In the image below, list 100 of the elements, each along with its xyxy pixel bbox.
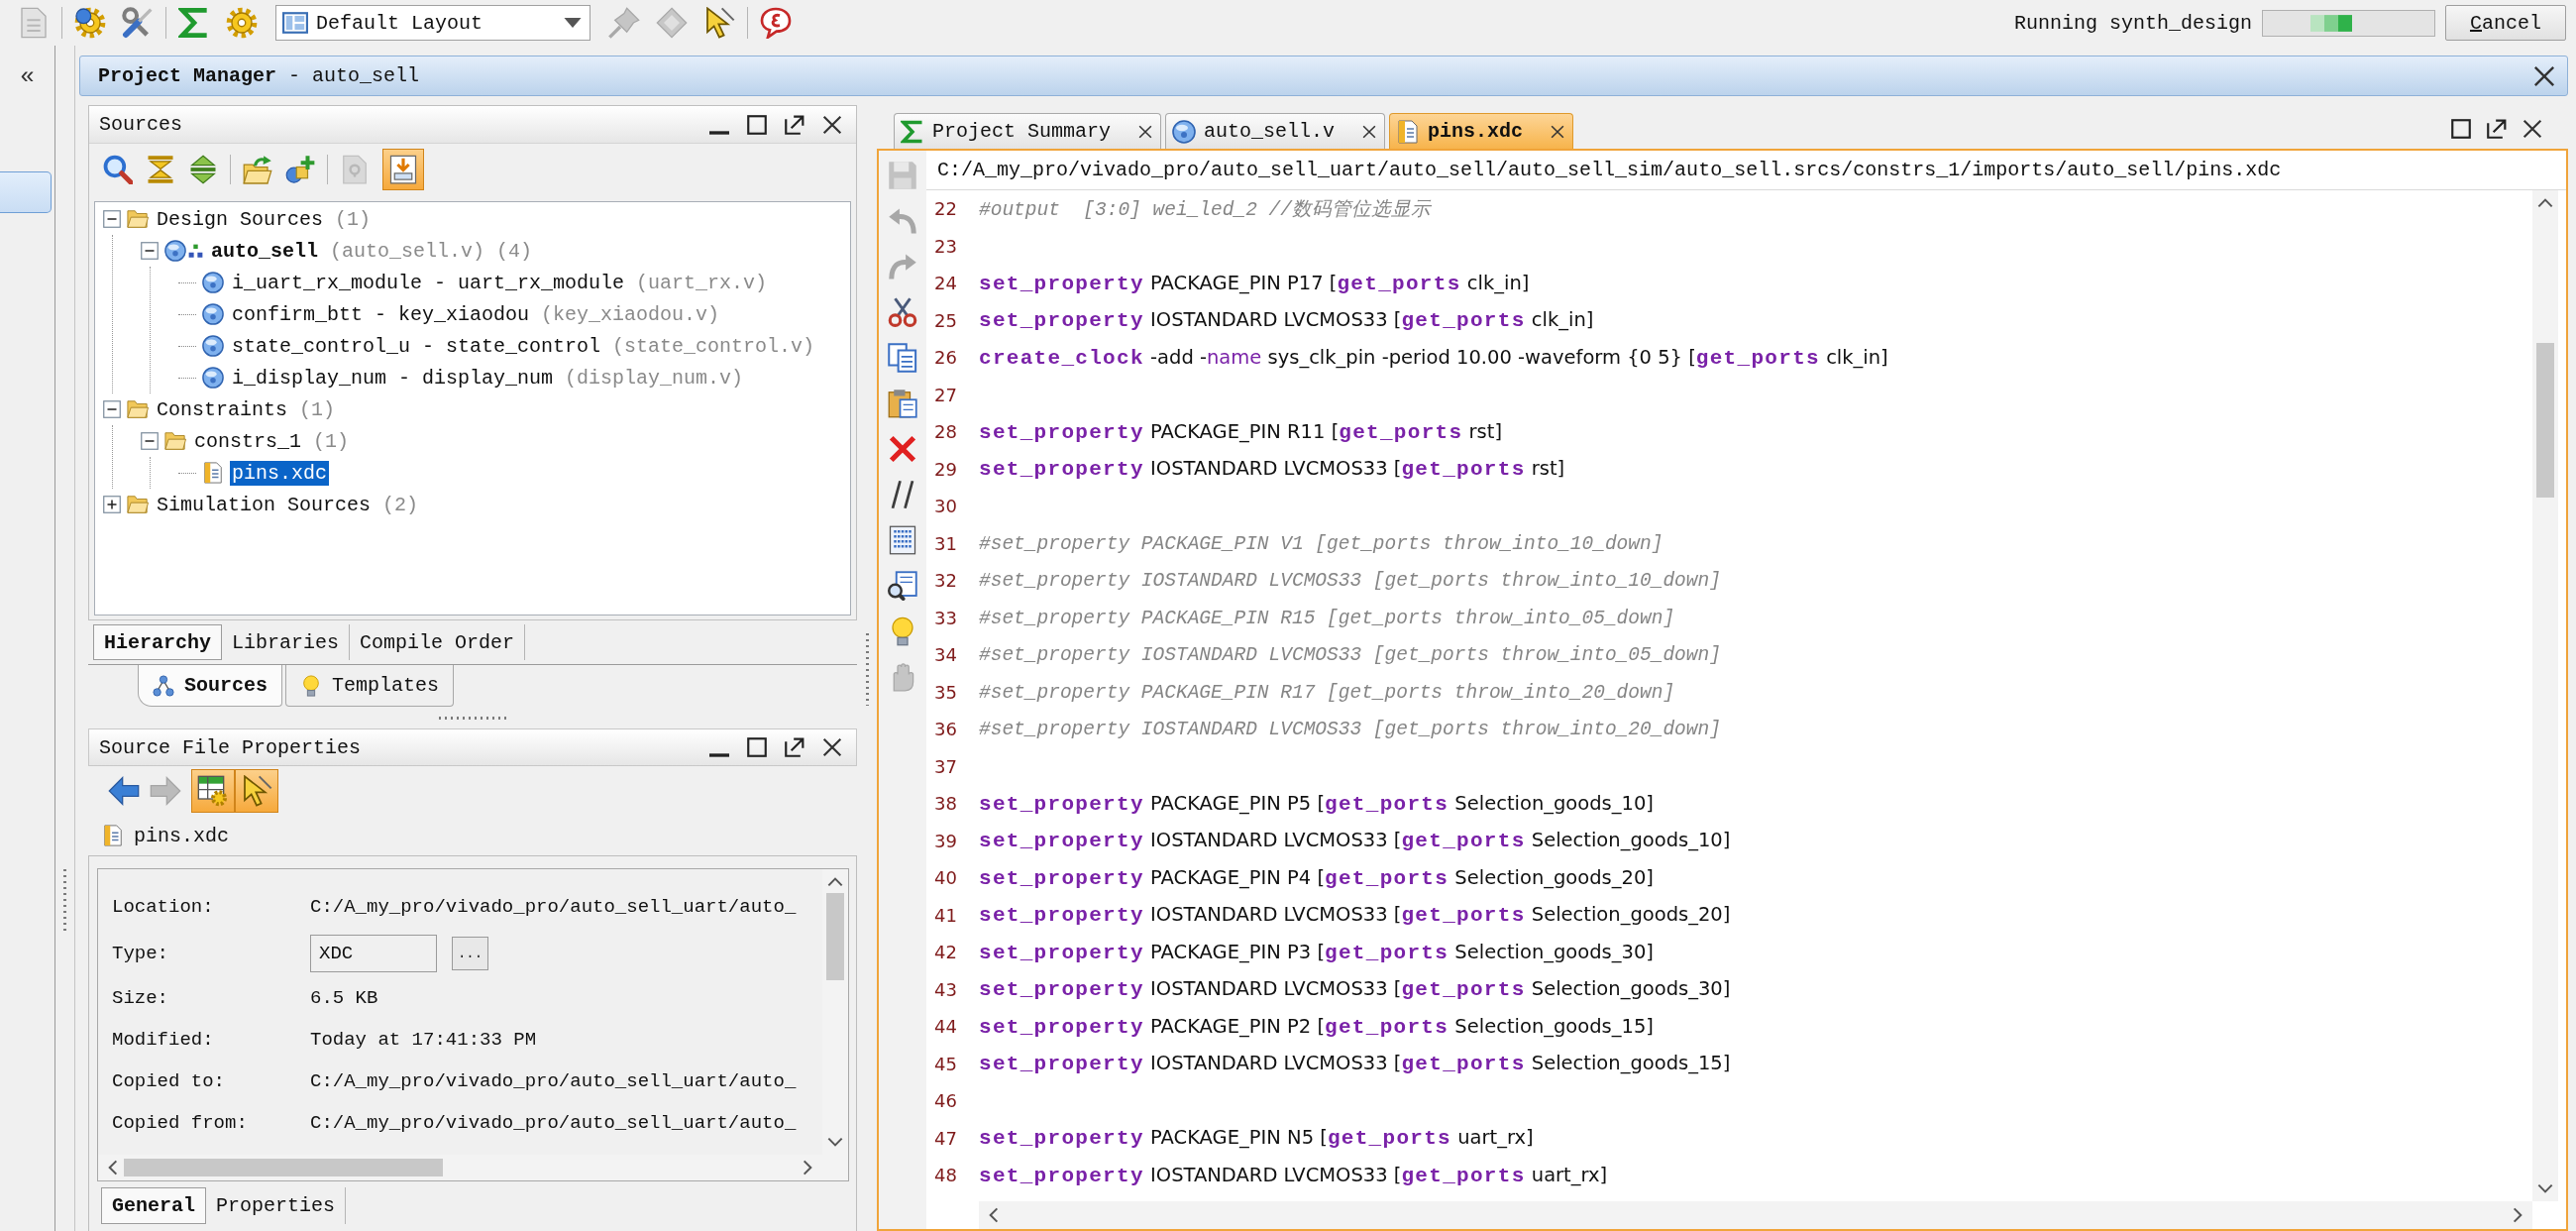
circle-badge-icon <box>164 240 186 262</box>
sigma-icon[interactable] <box>178 7 210 39</box>
maximize-icon[interactable] <box>747 114 767 135</box>
hourglass-icon[interactable] <box>146 155 175 184</box>
cursor-icon[interactable] <box>703 7 735 39</box>
collapse-icon[interactable] <box>141 242 159 260</box>
copy-icon[interactable] <box>888 343 917 373</box>
cursor-icon[interactable] <box>235 769 278 813</box>
close-icon[interactable] <box>1551 124 1565 139</box>
progress-indicator <box>2310 14 2352 32</box>
splitter-handle[interactable] <box>865 633 869 706</box>
tab[interactable]: Properties <box>206 1187 347 1224</box>
tree-item[interactable]: Simulation Sources (2) <box>155 492 421 517</box>
collapse-icon[interactable] <box>103 210 121 228</box>
scrollbar-thumb[interactable] <box>826 893 844 980</box>
scroll-right-icon[interactable] <box>803 1160 812 1175</box>
tab[interactable]: Libraries <box>222 624 351 660</box>
add-shapes-icon[interactable] <box>285 155 315 184</box>
code-line: set_property IOSTANDARD LVCMOS33 [get_ports Selection_goods_10] <box>979 829 1731 853</box>
document-search-icon[interactable] <box>888 571 917 601</box>
code-line: #output [3:0] wei_led_2 //数码管位选显示 <box>979 198 1431 223</box>
maximize-icon[interactable] <box>2451 119 2471 139</box>
float-window-icon[interactable] <box>785 114 805 135</box>
minimize-icon[interactable] <box>709 753 729 757</box>
folder-arrow-icon[interactable] <box>243 155 272 184</box>
tab[interactable]: Compile Order <box>350 624 526 660</box>
splitter-handle[interactable] <box>439 716 506 720</box>
cancel-button[interactable]: Cancel <box>2445 5 2566 41</box>
tab[interactable]: Hierarchy <box>93 624 223 660</box>
tree-item[interactable]: auto_sell (auto_sell.v) (4) <box>209 238 535 264</box>
scroll-left-icon[interactable] <box>108 1160 118 1175</box>
close-icon[interactable] <box>1362 124 1377 139</box>
layout-dropdown[interactable]: Default Layout <box>275 5 590 41</box>
circle-badge-icon <box>202 335 224 357</box>
property-label: Modified: <box>112 1029 215 1051</box>
line-number: 27 <box>933 384 958 405</box>
line-number: 30 <box>933 496 958 517</box>
line-number: 29 <box>933 458 958 480</box>
collapse-button[interactable]: « <box>0 57 54 95</box>
collapse-icon[interactable] <box>141 432 159 450</box>
caret-icon <box>564 18 582 28</box>
scrollbar-thumb[interactable] <box>2536 343 2554 498</box>
tree-item[interactable]: state_control_u - state_control (state_control.v) <box>230 333 817 359</box>
tab[interactable]: Sources <box>138 665 282 707</box>
tree-item[interactable]: i_uart_rx_module - uart_rx_module (uart_rx.v) <box>230 270 770 295</box>
collapse-icon[interactable] <box>103 400 121 418</box>
tree-item[interactable]: Design Sources (1) <box>155 206 374 232</box>
table-gear-icon[interactable] <box>191 769 235 813</box>
float-window-icon[interactable] <box>785 737 805 757</box>
scrollbar[interactable] <box>2532 190 2558 1201</box>
tree-item[interactable]: i_display_num - display_num (display_num.v) <box>230 365 746 391</box>
scrollbar[interactable] <box>979 1201 2532 1229</box>
line-number: 35 <box>933 681 958 703</box>
scroll-right-icon[interactable] <box>2513 1207 2522 1223</box>
tree-item[interactable]: Constraints (1) <box>155 396 338 422</box>
scrollbar-thumb[interactable] <box>124 1159 443 1176</box>
scroll-up-icon[interactable] <box>827 877 843 887</box>
type-field[interactable]: XDC <box>310 935 437 972</box>
editor-tab[interactable]: Project Summary <box>894 113 1162 149</box>
code-line: set_property IOSTANDARD LVCMOS33 [get_ports Selection_goods_15] <box>979 1052 1731 1076</box>
close-icon[interactable] <box>822 737 842 757</box>
speech-bubble-icon[interactable] <box>760 7 792 39</box>
tree-item[interactable]: constrs_1 (1) <box>192 428 352 454</box>
delete-icon[interactable] <box>888 434 917 464</box>
tree-item[interactable]: pins.xdc <box>230 460 329 486</box>
splitter-handle[interactable] <box>63 869 66 934</box>
grid-document-icon[interactable] <box>888 525 917 555</box>
paste-icon[interactable] <box>888 389 917 418</box>
search-icon[interactable] <box>103 155 133 184</box>
line-number: 32 <box>933 570 958 592</box>
code-line: #set_property PACKAGE_PIN R17 [get_ports throw_into_20_down] <box>979 680 1675 704</box>
back-arrow-icon[interactable] <box>108 775 140 807</box>
editor-tab[interactable]: auto_sell.v <box>1165 113 1386 149</box>
tab[interactable]: Templates <box>285 665 455 707</box>
editor-tab[interactable]: pins.xdc <box>1389 113 1574 149</box>
browse-button[interactable]: ... <box>452 937 488 970</box>
scroll-left-icon[interactable] <box>989 1207 999 1223</box>
scroll-down-icon[interactable] <box>2537 1183 2553 1193</box>
maximize-icon[interactable] <box>747 737 767 757</box>
tree-item[interactable]: confirm_btt - key_xiaodou (key_xiaodou.v) <box>230 301 722 327</box>
circle-badge-icon <box>202 303 224 325</box>
tools-icon[interactable] <box>122 7 154 39</box>
float-window-icon[interactable] <box>2487 119 2507 139</box>
circle-badge-icon <box>202 367 224 389</box>
panel-title: Source File Properties <box>99 735 362 759</box>
line-number: 28 <box>933 421 958 443</box>
close-icon[interactable] <box>822 114 842 135</box>
scroll-down-icon[interactable] <box>827 1137 843 1147</box>
close-icon[interactable] <box>1138 124 1153 139</box>
close-icon[interactable] <box>2522 119 2542 139</box>
scroll-up-icon[interactable] <box>2537 198 2553 208</box>
up-down-arrows-icon[interactable] <box>188 155 218 184</box>
scissors-icon[interactable] <box>888 297 917 327</box>
gear-icon[interactable] <box>74 7 106 39</box>
close-icon[interactable] <box>2533 64 2555 87</box>
expand-icon[interactable] <box>103 496 121 513</box>
gear-icon[interactable] <box>226 7 258 39</box>
minimize-icon[interactable] <box>709 131 729 135</box>
file-path: C:/A_my_pro/vivado_pro/auto_sell_uart/auto_sell/auto_sell_sim/auto_sell.srcs/constrs_1/imports/auto_sell/pins.xdc <box>937 159 2282 181</box>
tab[interactable]: General <box>101 1187 206 1224</box>
